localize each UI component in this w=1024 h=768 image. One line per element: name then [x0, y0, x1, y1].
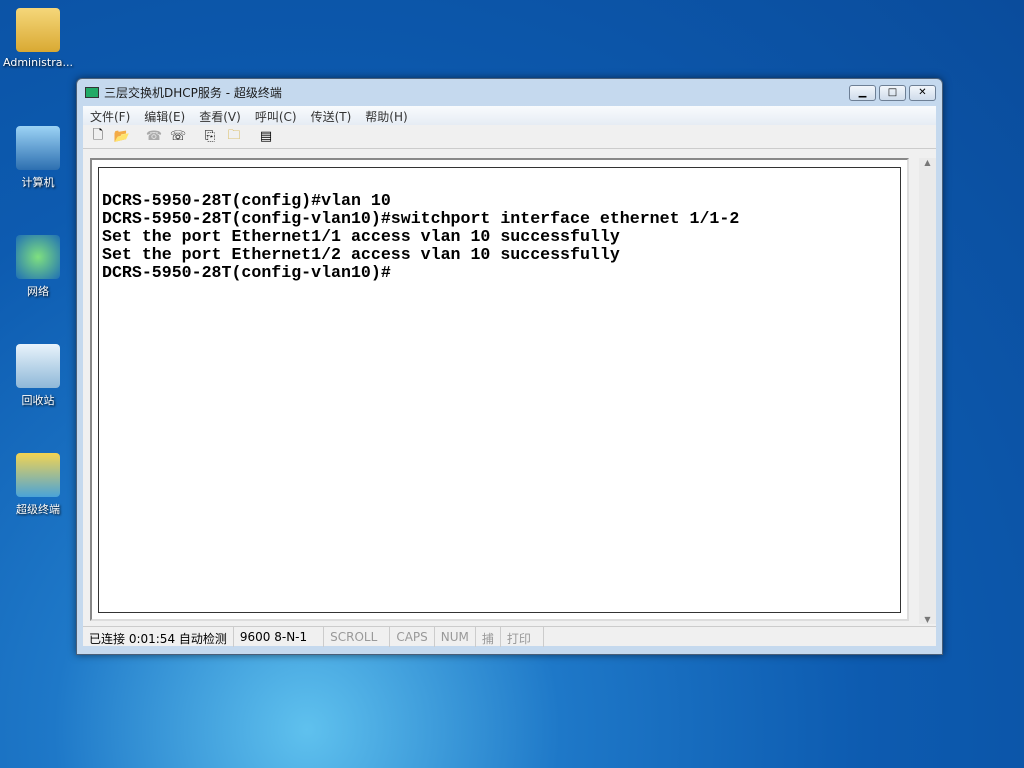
close-button[interactable]: ✕ [909, 85, 936, 101]
terminal-line: DCRS-5950-28T(config-vlan10)#switchport … [102, 209, 740, 228]
scroll-indicator: SCROLL [324, 627, 391, 647]
app-icon [85, 87, 99, 98]
receive-icon[interactable]: 🗀 [225, 126, 243, 148]
terminal-line: Set the port Ethernet1/2 access vlan 10 … [102, 245, 620, 264]
desktop-icon-recycle-bin[interactable]: 回收站 [0, 344, 76, 408]
vertical-scrollbar[interactable]: ▲ ▼ [919, 158, 936, 624]
desktop-icon-administrator[interactable]: Administra... [0, 8, 76, 69]
title-bar[interactable]: 三层交换机DHCP服务 - 超级终端 [77, 79, 942, 106]
terminal-line: Set the port Ethernet1/1 access vlan 10 … [102, 227, 620, 246]
minimize-button[interactable]: ▁ [849, 85, 876, 101]
menu-call[interactable]: 呼叫(C) [248, 106, 304, 125]
menu-edit[interactable]: 编辑(E) [137, 106, 192, 125]
menu-view[interactable]: 查看(V) [192, 106, 248, 125]
maximize-button[interactable]: □ [879, 85, 906, 101]
connection-status: 已连接 0:01:54 自动检测 [83, 627, 234, 647]
terminal-area[interactable]: DCRS-5950-28T(config)#vlan 10 DCRS-5950-… [90, 158, 909, 621]
dial-icon[interactable]: ☏ [169, 129, 187, 144]
menu-transfer[interactable]: 传送(T) [304, 106, 359, 125]
capture-indicator: 捕 [476, 627, 501, 647]
terminal-line: DCRS-5950-28T(config)#vlan 10 [102, 191, 391, 210]
open-icon[interactable]: 📂 [113, 129, 131, 144]
recycle-bin-icon [16, 344, 60, 388]
menu-bar: 文件(F) 编辑(E) 查看(V) 呼叫(C) 传送(T) 帮助(H) [83, 106, 936, 125]
desktop-icon-computer[interactable]: 计算机 [0, 126, 76, 190]
toolbar: 🗋 📂 ☎ ☏ ⎘ 🗀 ▤ [83, 125, 936, 149]
scroll-down-icon[interactable]: ▼ [919, 615, 936, 624]
hyperterminal-window: 三层交换机DHCP服务 - 超级终端 ▁ □ ✕ 文件(F) 编辑(E) 查看(… [76, 78, 943, 655]
menu-file[interactable]: 文件(F) [83, 106, 137, 125]
status-bar: 已连接 0:01:54 自动检测 9600 8-N-1 SCROLL CAPS … [83, 626, 936, 647]
window-title: 三层交换机DHCP服务 - 超级终端 [104, 86, 282, 100]
menu-help[interactable]: 帮助(H) [358, 106, 414, 125]
num-indicator: NUM [435, 627, 476, 647]
hyperterminal-icon [16, 453, 60, 497]
network-icon [16, 235, 60, 279]
print-indicator: 打印 [501, 627, 544, 647]
disconnect-icon[interactable]: ☎ [145, 129, 163, 144]
caps-indicator: CAPS [390, 627, 435, 647]
terminal-line: DCRS-5950-28T(config-vlan10)# [102, 263, 391, 282]
port-settings: 9600 8-N-1 [234, 627, 325, 647]
computer-icon [16, 126, 60, 170]
folder-icon [16, 8, 60, 52]
properties-icon[interactable]: ▤ [257, 129, 275, 144]
desktop-icon-hyperterminal[interactable]: 超级终端 [0, 453, 76, 517]
scroll-up-icon[interactable]: ▲ [919, 158, 936, 167]
desktop-icon-network[interactable]: 网络 [0, 235, 76, 299]
send-icon[interactable]: ⎘ [201, 129, 219, 144]
new-icon[interactable]: 🗋 [89, 126, 107, 148]
